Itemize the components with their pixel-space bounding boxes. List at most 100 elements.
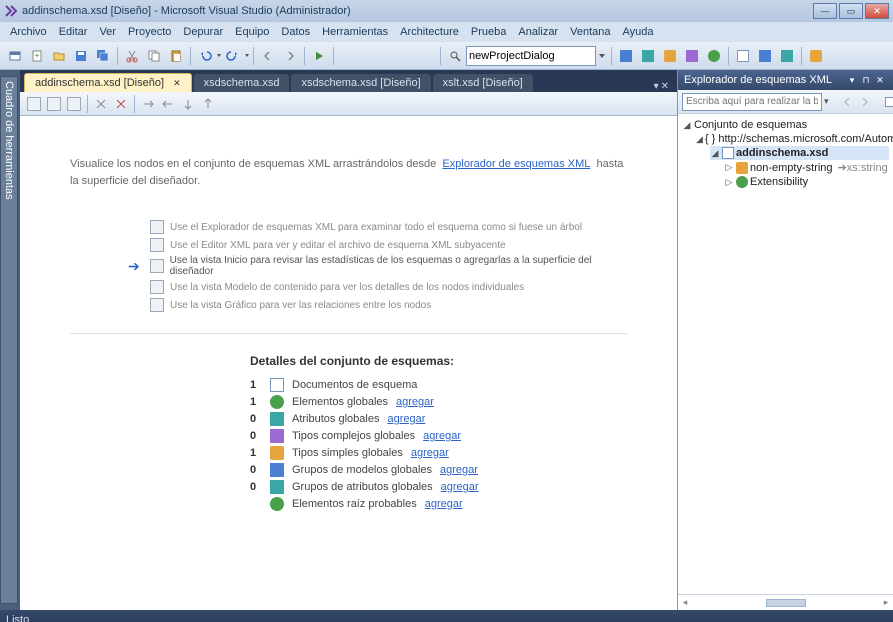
start-debug-button[interactable] bbox=[309, 46, 329, 66]
show-start-view-button[interactable] bbox=[25, 95, 43, 113]
search-dropdo-icon[interactable]: ▾ bbox=[824, 96, 829, 107]
menu-analizar[interactable]: Analizar bbox=[512, 24, 564, 40]
add-link[interactable]: agregar bbox=[396, 396, 434, 408]
cut-button[interactable] bbox=[122, 46, 142, 66]
tb-icon-1[interactable] bbox=[616, 46, 636, 66]
menu-herramientas[interactable]: Herramientas bbox=[316, 24, 394, 40]
tree-namespace[interactable]: ◢ { } http://schemas.microsoft.com/Autom… bbox=[696, 132, 889, 146]
add-link[interactable]: agregar bbox=[440, 464, 478, 476]
paste-button[interactable] bbox=[166, 46, 186, 66]
menu-proyecto[interactable]: Proyecto bbox=[122, 24, 177, 40]
find-dropdown[interactable] bbox=[596, 46, 608, 66]
remove-from-workspace-button[interactable] bbox=[112, 95, 130, 113]
sort-button[interactable] bbox=[884, 92, 893, 112]
maximize-button[interactable]: ▭ bbox=[839, 3, 863, 19]
undo-dropdown[interactable] bbox=[216, 49, 222, 63]
close-button[interactable]: ✕ bbox=[865, 3, 889, 19]
tb-icon-3[interactable] bbox=[660, 46, 680, 66]
menu-architecture[interactable]: Architecture bbox=[394, 24, 465, 40]
explorer-link[interactable]: Explorador de esquemas XML bbox=[442, 158, 590, 170]
view-start[interactable]: ➔ Use la vista Inicio para revisar las e… bbox=[150, 255, 627, 277]
view-explorer[interactable]: Use el Explorador de esquemas XML para e… bbox=[150, 219, 627, 235]
toolbox-tab[interactable]: Cuadro de herramientas bbox=[0, 76, 18, 604]
tree-file-addinschema[interactable]: ◢ addinschema.xsd bbox=[710, 146, 889, 160]
tab-close-icon[interactable]: ✕ bbox=[173, 78, 181, 88]
tab-xsdschema[interactable]: xsdschema.xsd bbox=[194, 74, 290, 92]
horizontal-scrollbar[interactable]: ◂ ▸ bbox=[678, 594, 893, 610]
menu-editar[interactable]: Editar bbox=[53, 24, 94, 40]
collapse-icon[interactable]: ◢ bbox=[682, 120, 692, 131]
nav-forward-button[interactable] bbox=[280, 46, 300, 66]
left-to-right-button[interactable] bbox=[139, 95, 157, 113]
svg-text:+: + bbox=[35, 51, 40, 60]
left-dock[interactable]: Cuadro de herramientas bbox=[0, 70, 20, 610]
add-link[interactable]: agregar bbox=[441, 481, 479, 493]
tree-element-extensibility[interactable]: ▷ Extensibility bbox=[724, 175, 889, 189]
tab-addinschema-design[interactable]: addinschema.xsd [Diseño] ✕ bbox=[24, 73, 192, 92]
scrollbar-thumb[interactable] bbox=[766, 599, 806, 607]
tb-icon-8[interactable] bbox=[777, 46, 797, 66]
next-result-button[interactable] bbox=[858, 92, 872, 112]
top-to-bottom-button[interactable] bbox=[179, 95, 197, 113]
save-button[interactable] bbox=[71, 46, 91, 66]
clear-workspace-button[interactable] bbox=[92, 95, 110, 113]
status-bar: Listo bbox=[0, 610, 893, 622]
menu-ayuda[interactable]: Ayuda bbox=[616, 24, 659, 40]
save-all-button[interactable] bbox=[93, 46, 113, 66]
collapse-icon[interactable]: ◢ bbox=[710, 148, 720, 159]
show-graph-view-button[interactable] bbox=[65, 95, 83, 113]
view-graph[interactable]: Use la vista Gráfico para ver las relaci… bbox=[150, 297, 627, 313]
schema-search-input[interactable] bbox=[682, 93, 822, 111]
tab-xsdschema-design[interactable]: xsdschema.xsd [Diseño] bbox=[291, 74, 430, 92]
add-link[interactable]: agregar bbox=[425, 498, 463, 510]
tb-icon-7[interactable] bbox=[755, 46, 775, 66]
view-switcher-list: Use el Explorador de esquemas XML para e… bbox=[70, 219, 627, 313]
redo-dropdown[interactable] bbox=[244, 49, 250, 63]
add-item-button[interactable]: + bbox=[27, 46, 47, 66]
tab-dropdown-icon[interactable]: ▾ bbox=[654, 81, 659, 92]
expand-icon[interactable]: ▷ bbox=[724, 177, 734, 188]
detail-global-elements: 1 Elementos globales agregar bbox=[250, 395, 627, 409]
prev-result-button[interactable] bbox=[840, 92, 854, 112]
redo-button[interactable] bbox=[223, 46, 243, 66]
tree-root-schema-set[interactable]: ◢ Conjunto de esquemas bbox=[682, 118, 889, 132]
tree-simpletype-non-empty-string[interactable]: ▷ non-empty-string ➔xs:string bbox=[724, 160, 889, 175]
bottom-to-top-button[interactable] bbox=[199, 95, 217, 113]
view-xml-editor[interactable]: Use el Editor XML para ver y editar el a… bbox=[150, 237, 627, 253]
tb-icon-4[interactable] bbox=[682, 46, 702, 66]
expand-icon[interactable]: ▷ bbox=[724, 162, 734, 173]
panel-dropdown-icon[interactable]: ▾ bbox=[845, 73, 859, 87]
menu-datos[interactable]: Datos bbox=[275, 24, 316, 40]
tab-close-all-icon[interactable]: ✕ bbox=[661, 81, 669, 92]
nav-back-button[interactable] bbox=[258, 46, 278, 66]
tb-icon-5[interactable] bbox=[704, 46, 724, 66]
tab-xslt-design[interactable]: xslt.xsd [Diseño] bbox=[433, 74, 533, 92]
menu-archivo[interactable]: Archivo bbox=[4, 24, 53, 40]
copy-button[interactable] bbox=[144, 46, 164, 66]
collapse-icon[interactable]: ◢ bbox=[696, 134, 703, 145]
menu-equipo[interactable]: Equipo bbox=[229, 24, 275, 40]
view-content-model[interactable]: Use la vista Modelo de contenido para ve… bbox=[150, 279, 627, 295]
right-to-left-button[interactable] bbox=[159, 95, 177, 113]
panel-close-icon[interactable]: ✕ bbox=[873, 73, 887, 87]
tb-icon-2[interactable] bbox=[638, 46, 658, 66]
undo-button[interactable] bbox=[195, 46, 215, 66]
root-element-icon bbox=[270, 497, 284, 511]
minimize-button[interactable]: — bbox=[813, 3, 837, 19]
menu-ventana[interactable]: Ventana bbox=[564, 24, 616, 40]
menu-depurar[interactable]: Depurar bbox=[177, 24, 229, 40]
show-content-model-button[interactable] bbox=[45, 95, 63, 113]
add-link[interactable]: agregar bbox=[411, 447, 449, 459]
tb-icon-6[interactable] bbox=[733, 46, 753, 66]
find-combo[interactable] bbox=[466, 46, 596, 66]
tb-icon-9[interactable] bbox=[806, 46, 826, 66]
attribute-icon bbox=[270, 412, 284, 426]
open-button[interactable] bbox=[49, 46, 69, 66]
find-button[interactable] bbox=[445, 46, 465, 66]
new-project-button[interactable] bbox=[5, 46, 25, 66]
menu-ver[interactable]: Ver bbox=[93, 24, 122, 40]
add-link[interactable]: agregar bbox=[423, 430, 461, 442]
add-link[interactable]: agregar bbox=[387, 413, 425, 425]
panel-pin-icon[interactable]: ⊓ bbox=[859, 73, 873, 87]
menu-prueba[interactable]: Prueba bbox=[465, 24, 512, 40]
